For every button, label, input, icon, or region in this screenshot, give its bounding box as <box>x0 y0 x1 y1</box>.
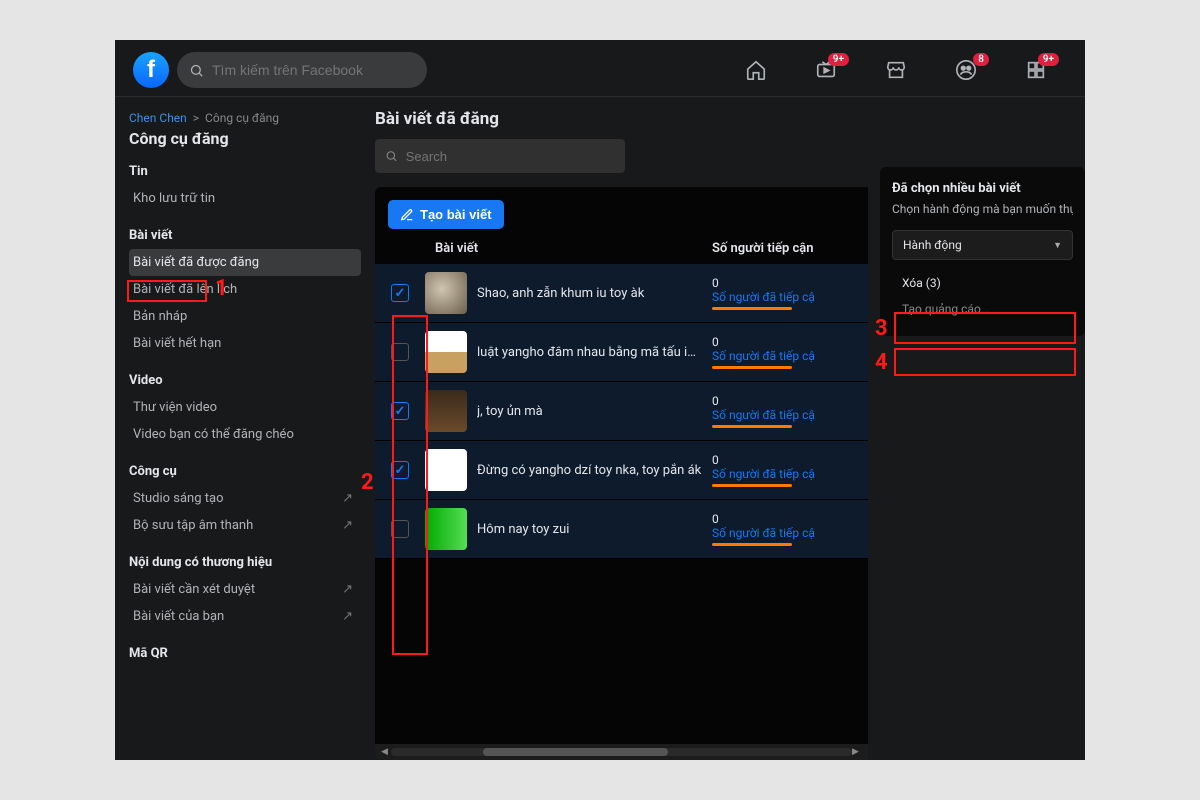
post-thumbnail <box>425 272 467 314</box>
post-title: Đừng có yangho dzí toy nka, toy pắn ák <box>477 463 712 478</box>
sidebar-item-sound-collection[interactable]: Bộ sưu tập âm thanh↗ <box>129 512 361 539</box>
post-reach: 0Số người đã tiếp cậ <box>712 453 852 487</box>
create-post-button[interactable]: Tạo bài viết <box>388 200 504 229</box>
breadcrumb-sep: > <box>193 111 199 125</box>
section-tin: Tin <box>129 164 365 179</box>
section-tools: Công cụ <box>129 464 365 479</box>
marketplace-icon <box>885 59 907 81</box>
action-delete[interactable]: Xóa (3) <box>892 270 1073 296</box>
content: Chen Chen > Công cụ đăng Công cụ đăng Ti… <box>115 97 1085 760</box>
sidebar-item-scheduled[interactable]: Bài viết đã lên lịch <box>129 276 361 303</box>
global-search-input[interactable] <box>212 62 415 78</box>
post-title: j, toy ủn mà <box>477 404 712 419</box>
page-title: Bài viết đã đăng <box>375 109 868 129</box>
row-checkbox[interactable] <box>391 343 409 361</box>
global-search[interactable] <box>177 52 427 88</box>
posts-panel: Tạo bài viết Bài viết Số người tiếp cận … <box>375 187 868 760</box>
table-row[interactable]: Hôm nay toy zui 0Số người đã tiếp cậ <box>375 500 868 559</box>
sidebar-item-review[interactable]: Bài viết cần xét duyệt↗ <box>129 576 361 603</box>
bulk-action-panel: Đã chọn nhiều bài viết Chọn hành động mà… <box>880 167 1085 336</box>
row-checkbox[interactable] <box>391 520 409 538</box>
facebook-logo[interactable]: f <box>133 52 169 88</box>
search-icon <box>385 149 398 163</box>
sidebar: Chen Chen > Công cụ đăng Công cụ đăng Ti… <box>115 97 365 760</box>
topbar: f 9+ 8 9+ <box>115 40 1085 97</box>
horizontal-scrollbar[interactable]: ◀ ▶ <box>375 744 868 760</box>
row-checkbox[interactable] <box>391 284 409 302</box>
action-create-ad[interactable]: Tạo quảng cáo... <box>892 296 1073 322</box>
post-reach: 0Số người đã tiếp cậ <box>712 276 852 310</box>
scroll-right-icon[interactable]: ▶ <box>852 747 862 757</box>
post-thumbnail <box>425 449 467 491</box>
caret-down-icon: ▼ <box>1053 240 1062 251</box>
scroll-left-icon[interactable]: ◀ <box>381 747 391 757</box>
sidebar-item-your-posts[interactable]: Bài viết của bạn↗ <box>129 603 361 630</box>
post-thumbnail <box>425 390 467 432</box>
home-icon <box>745 59 767 81</box>
post-title: luật yangho đâm nhau bằng mã tấu iem iu … <box>477 345 712 360</box>
action-dropdown-label: Hành động <box>903 238 962 252</box>
sidebar-item-expired[interactable]: Bài viết hết hạn <box>129 330 361 357</box>
nav-home[interactable] <box>745 59 767 81</box>
external-icon: ↗ <box>342 582 353 597</box>
table-row[interactable]: j, toy ủn mà 0Số người đã tiếp cậ <box>375 382 868 441</box>
post-reach: 0Số người đã tiếp cậ <box>712 512 852 546</box>
search-icon <box>189 63 204 78</box>
external-icon: ↗ <box>342 518 353 533</box>
app-window: f 9+ 8 9+ <box>115 40 1085 760</box>
sidebar-item-published[interactable]: Bài viết đã được đăng <box>129 249 361 276</box>
sidebar-item-creator-studio[interactable]: Studio sáng tạo↗ <box>129 485 361 512</box>
sidebar-item-video-library[interactable]: Thư viện video <box>129 394 361 421</box>
breadcrumb-second: Công cụ đăng <box>205 111 279 125</box>
external-icon: ↗ <box>342 491 353 506</box>
post-search-input[interactable] <box>406 149 615 164</box>
post-thumbnail <box>425 331 467 373</box>
groups-badge: 8 <box>973 53 989 66</box>
sidebar-item-archive[interactable]: Kho lưu trữ tin <box>129 185 361 212</box>
table-row[interactable]: Shao, anh zẫn khum iu toy àk 0Số người đ… <box>375 264 868 323</box>
sidebar-heading: Công cụ đăng <box>129 129 365 148</box>
nav-marketplace[interactable] <box>885 59 907 81</box>
post-title: Hôm nay toy zui <box>477 522 712 537</box>
action-dropdown[interactable]: Hành động ▼ <box>892 230 1073 260</box>
section-posts: Bài viết <box>129 228 365 243</box>
table-row[interactable]: luật yangho đâm nhau bằng mã tấu iem iu … <box>375 323 868 382</box>
nav-gaming[interactable]: 9+ <box>1025 59 1047 81</box>
nav-groups[interactable]: 8 <box>955 59 977 81</box>
watch-badge: 9+ <box>828 53 849 66</box>
main: Bài viết đã đăng Tạo bài viết Bài viết S… <box>365 97 1085 760</box>
row-checkbox[interactable] <box>391 461 409 479</box>
table-header: Bài viết Số người tiếp cận <box>375 229 868 264</box>
sidebar-item-drafts[interactable]: Bản nháp <box>129 303 361 330</box>
section-qr: Mã QR <box>129 646 365 661</box>
main-left: Bài viết đã đăng Tạo bài viết Bài viết S… <box>375 109 868 760</box>
post-search[interactable] <box>375 139 625 173</box>
table-row[interactable]: Đừng có yangho dzí toy nka, toy pắn ák 0… <box>375 441 868 500</box>
nav-watch[interactable]: 9+ <box>815 59 837 81</box>
table-rows: Shao, anh zẫn khum iu toy àk 0Số người đ… <box>375 264 868 744</box>
post-thumbnail <box>425 508 467 550</box>
section-video: Video <box>129 373 365 388</box>
post-reach: 0Số người đã tiếp cậ <box>712 394 852 428</box>
th-reach: Số người tiếp cận <box>712 241 852 256</box>
sidebar-item-crosspost[interactable]: Video bạn có thể đăng chéo <box>129 421 361 448</box>
gaming-badge: 9+ <box>1038 53 1059 66</box>
th-post: Bài viết <box>425 241 712 256</box>
row-checkbox[interactable] <box>391 402 409 420</box>
nav-icons: 9+ 8 9+ <box>745 59 1047 81</box>
post-reach: 0Số người đã tiếp cậ <box>712 335 852 369</box>
external-icon: ↗ <box>342 609 353 624</box>
compose-icon <box>400 208 414 222</box>
breadcrumb-first[interactable]: Chen Chen <box>129 111 187 125</box>
post-title: Shao, anh zẫn khum iu toy àk <box>477 286 712 301</box>
panel-subtitle: Chọn hành động mà bạn muốn thự <box>892 202 1073 216</box>
breadcrumb: Chen Chen > Công cụ đăng <box>129 111 365 125</box>
panel-title: Đã chọn nhiều bài viết <box>892 181 1073 196</box>
section-branded: Nội dung có thương hiệu <box>129 555 365 570</box>
